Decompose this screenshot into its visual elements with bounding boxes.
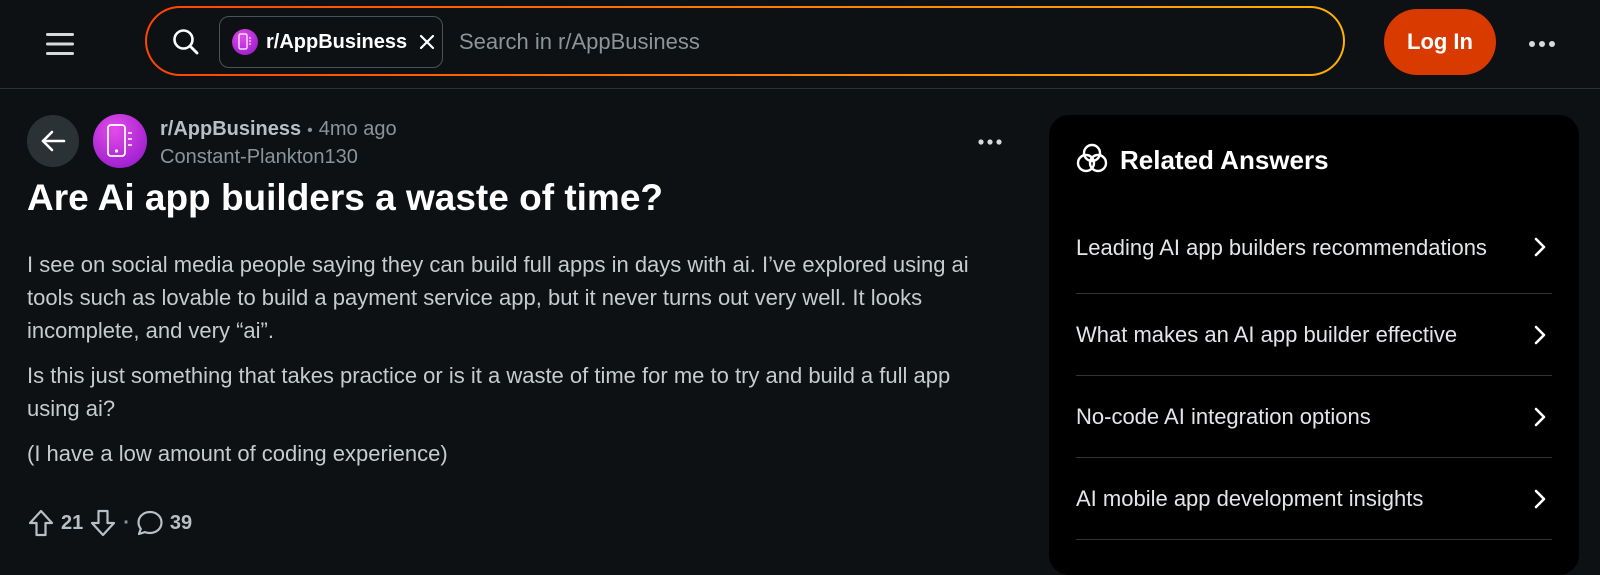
post-actions: 21 · 39 bbox=[27, 506, 198, 540]
menu-icon[interactable] bbox=[40, 24, 80, 64]
post-paragraph: I see on social media people saying they… bbox=[27, 252, 969, 343]
related-answers-panel: Related Answers Leading AI app builders … bbox=[1049, 115, 1579, 575]
subreddit-name[interactable]: r/AppBusiness bbox=[160, 118, 301, 140]
subreddit-filter-chip[interactable]: r/AppBusiness bbox=[219, 16, 443, 68]
related-answers-title: Related Answers bbox=[1120, 145, 1329, 175]
related-answer-item[interactable]: Leading AI app builders recommendations bbox=[1076, 201, 1552, 294]
related-answer-item[interactable]: What makes an AI app builder effective bbox=[1076, 294, 1552, 376]
subreddit-avatar bbox=[232, 29, 258, 55]
comment-icon[interactable] bbox=[136, 508, 164, 538]
related-answer-item[interactable]: AI mobile app development insights bbox=[1076, 458, 1552, 540]
post-more-options-icon[interactable] bbox=[970, 124, 1010, 160]
login-button[interactable]: Log In bbox=[1384, 9, 1496, 75]
related-answers-icon bbox=[1076, 143, 1108, 178]
post-paragraph: Is this just something that takes practi… bbox=[27, 363, 951, 421]
search-bar[interactable]: r/AppBusiness bbox=[145, 6, 1345, 76]
search-input[interactable] bbox=[459, 22, 1299, 62]
arrow-left-icon bbox=[41, 130, 66, 152]
upvote-icon[interactable] bbox=[27, 508, 55, 538]
related-answer-label: AI mobile app development insights bbox=[1076, 486, 1424, 511]
search-icon bbox=[171, 27, 201, 57]
post-body: I see on social media people saying they… bbox=[27, 248, 987, 482]
actions-separator: · bbox=[123, 511, 130, 534]
back-button[interactable] bbox=[27, 115, 79, 167]
top-header: r/AppBusiness Log In bbox=[0, 0, 1600, 89]
related-answer-item[interactable]: No-code AI integration options bbox=[1076, 376, 1552, 458]
close-icon[interactable] bbox=[417, 32, 437, 52]
post-author[interactable]: Constant-Plankton130 bbox=[160, 144, 397, 170]
related-answer-label: No-code AI integration options bbox=[1076, 404, 1371, 429]
chevron-right-icon bbox=[1528, 235, 1552, 259]
related-answer-label: What makes an AI app builder effective bbox=[1076, 322, 1458, 347]
related-answer-label: Leading AI app builders recommendations bbox=[1076, 234, 1487, 260]
post-paragraph: (I have a low amount of coding experienc… bbox=[27, 441, 448, 466]
related-answers-list: Leading AI app builders recommendations … bbox=[1076, 201, 1552, 540]
comment-count[interactable]: 39 bbox=[170, 512, 192, 535]
subreddit-avatar[interactable] bbox=[93, 114, 147, 168]
downvote-icon[interactable] bbox=[89, 508, 117, 538]
post-title: Are Ai app builders a waste of time? bbox=[27, 177, 663, 218]
vote-count: 21 bbox=[61, 511, 84, 534]
chevron-right-icon bbox=[1528, 487, 1552, 511]
post-meta: r/AppBusiness • 4mo ago Constant-Plankton1… bbox=[160, 116, 397, 170]
chevron-right-icon bbox=[1528, 405, 1552, 429]
subreddit-chip-label: r/AppBusiness bbox=[266, 30, 408, 53]
chevron-right-icon bbox=[1528, 323, 1552, 347]
post-time: 4mo ago bbox=[318, 118, 397, 140]
meta-separator: • bbox=[307, 122, 313, 139]
more-options-icon[interactable] bbox=[1520, 22, 1564, 66]
